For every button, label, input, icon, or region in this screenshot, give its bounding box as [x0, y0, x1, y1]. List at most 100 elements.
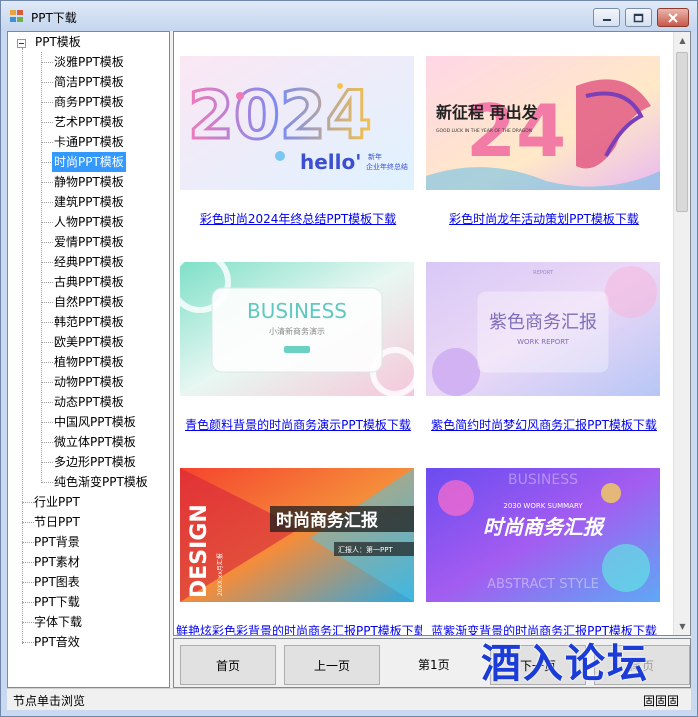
thumb-text: REPORT: [533, 270, 554, 276]
current-page-label: 第1页: [418, 658, 450, 672]
tree-node-label: 节日PPT: [34, 515, 80, 529]
tree-node-label: 多边形PPT模板: [54, 455, 136, 469]
tree-node[interactable]: 静物PPT模板: [52, 172, 126, 192]
tree-node[interactable]: 欧美PPT模板: [52, 332, 126, 352]
prev-page-button[interactable]: 上一页: [284, 645, 380, 685]
template-thumbnail[interactable]: REPORT 紫色商务汇报 WORK REPORT: [426, 262, 660, 396]
collapse-icon[interactable]: [17, 39, 26, 48]
close-button[interactable]: [657, 8, 689, 27]
tree-node[interactable]: 简洁PPT模板: [52, 72, 126, 92]
tree-node[interactable]: 艺术PPT模板: [52, 112, 126, 132]
tree-node[interactable]: 人物PPT模板: [52, 212, 126, 232]
tree-node[interactable]: 动态PPT模板: [52, 392, 126, 412]
thumb-text: 新年: [368, 152, 382, 161]
template-thumbnail[interactable]: 时尚商务汇报 DESIGN 汇报人：第一PPT 20XX.xx月汇报: [180, 468, 414, 602]
template-card[interactable]: 时尚商务汇报 DESIGN 汇报人：第一PPT 20XX.xx月汇报 鲜艳炫彩色…: [176, 448, 426, 635]
tree-node-root[interactable]: PPT模板: [17, 32, 83, 52]
tree-node-label: 淡雅PPT模板: [54, 55, 124, 69]
thumb-text: 汇报人：第一PPT: [338, 545, 393, 554]
maximize-button[interactable]: [625, 8, 652, 27]
tree-node-label: 经典PPT模板: [54, 255, 124, 269]
template-title-link[interactable]: 彩色时尚2024年终总结PPT模板下载: [176, 210, 420, 227]
tree-node[interactable]: 商务PPT模板: [52, 92, 126, 112]
tree-node[interactable]: PPT音效: [32, 632, 82, 652]
tree-node[interactable]: 爱情PPT模板: [52, 232, 126, 252]
tree-node[interactable]: 微立体PPT模板: [52, 432, 138, 452]
template-title-link[interactable]: 彩色时尚龙年活动策划PPT模板下载: [422, 210, 666, 227]
tree-node-label: 动物PPT模板: [54, 375, 124, 389]
title-bar[interactable]: PPT下载: [1, 1, 697, 31]
thumb-text: BUSINESS: [508, 472, 578, 488]
tree-node-label: 古典PPT模板: [54, 275, 124, 289]
watermark-logo: 酒入论坛: [481, 641, 649, 687]
tree-node[interactable]: PPT背景: [32, 532, 82, 552]
thumb-text: ABSTRACT STYLE: [487, 577, 599, 592]
template-thumbnail[interactable]: BUSINESS 小清新商务演示: [180, 262, 414, 396]
tree-node[interactable]: 节日PPT: [32, 512, 82, 532]
tree-node[interactable]: 行业PPT: [32, 492, 82, 512]
template-card[interactable]: BUSINESS 小清新商务演示 青色颜料背景的时尚商务演示PPT模板下载: [176, 242, 414, 438]
gallery-scrollbar[interactable]: ▲ ▼: [673, 32, 690, 635]
tree-node-label: 商务PPT模板: [54, 95, 124, 109]
tree-node-label: 自然PPT模板: [54, 295, 124, 309]
template-title-link[interactable]: 青色颜料背景的时尚商务演示PPT模板下载: [176, 416, 420, 433]
app-window: PPT下载 PPT模板 淡雅PPT模板简洁PPT模板商务PPT模板艺术PPT模板…: [0, 0, 698, 717]
thumb-text: 2030 WORK SUMMARY: [503, 502, 583, 510]
thumb-text: GOOD LUCK IN THE YEAR OF THE DRAGON: [436, 128, 532, 134]
tree-node-label: 建筑PPT模板: [54, 195, 124, 209]
thumb-text: DESIGN: [187, 504, 212, 598]
scroll-down-icon[interactable]: ▼: [674, 618, 690, 635]
minimize-icon: [602, 18, 611, 21]
template-title-link[interactable]: 紫色简约时尚梦幻风商务汇报PPT模板下载: [422, 416, 666, 433]
thumb-text: 时尚商务汇报: [276, 510, 378, 531]
template-card[interactable]: REPORT 紫色商务汇报 WORK REPORT 紫色简约时尚梦幻风商务汇报P…: [422, 242, 660, 438]
tree-node[interactable]: 纯色渐变PPT模板: [52, 472, 150, 492]
tree-node-label: 人物PPT模板: [54, 215, 124, 229]
tree-node[interactable]: PPT素材: [32, 552, 82, 572]
scroll-thumb[interactable]: [676, 52, 688, 212]
tree-node-label: PPT模板: [35, 35, 81, 49]
thumb-text: 时尚商务汇报: [483, 515, 606, 539]
tree-node[interactable]: 字体下载: [32, 612, 84, 632]
tree-node[interactable]: 多边形PPT模板: [52, 452, 138, 472]
thumb-text: BUSINESS: [247, 299, 347, 323]
tree-node[interactable]: 建筑PPT模板: [52, 192, 126, 212]
template-thumbnail[interactable]: 2024 hello' 新年 企业年终总结: [180, 56, 414, 190]
template-card[interactable]: 2024 hello' 新年 企业年终总结 彩色时尚2024年终总结PPT模板下…: [176, 36, 414, 232]
template-card[interactable]: BUSINESS 2030 WORK SUMMARY 时尚商务汇报 ABSTRA…: [422, 448, 660, 635]
tree-node-label: 中国风PPT模板: [54, 415, 136, 429]
category-tree[interactable]: PPT模板 淡雅PPT模板简洁PPT模板商务PPT模板艺术PPT模板卡通PPT模…: [7, 31, 170, 688]
tree-node[interactable]: 时尚PPT模板: [52, 152, 126, 172]
tree-node-label: 行业PPT: [34, 495, 80, 509]
minimize-button[interactable]: [593, 8, 620, 27]
client-area: PPT模板 淡雅PPT模板简洁PPT模板商务PPT模板艺术PPT模板卡通PPT模…: [7, 31, 691, 710]
tree-node-label: 卡通PPT模板: [54, 135, 124, 149]
tree-node-label: PPT背景: [34, 535, 80, 549]
template-card[interactable]: 24 新征程 再出发 GOOD LUCK IN THE YEAR OF THE …: [422, 36, 660, 232]
thumb-text: 20XX.xx月汇报: [216, 553, 224, 596]
tree-node[interactable]: 自然PPT模板: [52, 292, 126, 312]
template-thumbnail[interactable]: 24 新征程 再出发 GOOD LUCK IN THE YEAR OF THE …: [426, 56, 660, 190]
first-page-button[interactable]: 首页: [180, 645, 276, 685]
scroll-up-icon[interactable]: ▲: [674, 32, 690, 49]
tree-node-label: PPT素材: [34, 555, 80, 569]
tree-node-label: PPT下载: [34, 595, 80, 609]
template-thumbnail[interactable]: BUSINESS 2030 WORK SUMMARY 时尚商务汇报 ABSTRA…: [426, 468, 660, 602]
template-title-link[interactable]: 鲜艳炫彩色彩背景的时尚商务汇报PPT模板下载: [176, 622, 426, 635]
tree-node[interactable]: 韩范PPT模板: [52, 312, 126, 332]
tree-node[interactable]: PPT图表: [32, 572, 82, 592]
tree-node[interactable]: 经典PPT模板: [52, 252, 126, 272]
status-bar: 节点单击浏览 固固固: [7, 688, 691, 710]
thumb-text: 2024: [188, 77, 372, 154]
tree-node-label: 微立体PPT模板: [54, 435, 136, 449]
tree-node-label: PPT图表: [34, 575, 80, 589]
tree-node[interactable]: PPT下载: [32, 592, 82, 612]
tree-node[interactable]: 动物PPT模板: [52, 372, 126, 392]
tree-node[interactable]: 中国风PPT模板: [52, 412, 138, 432]
tree-node[interactable]: 卡通PPT模板: [52, 132, 126, 152]
tree-node[interactable]: 古典PPT模板: [52, 272, 126, 292]
tree-node-label: 字体下载: [34, 615, 83, 629]
tree-node[interactable]: 植物PPT模板: [52, 352, 126, 372]
thumb-text: 新征程 再出发: [436, 103, 539, 122]
tree-node[interactable]: 淡雅PPT模板: [52, 52, 126, 72]
